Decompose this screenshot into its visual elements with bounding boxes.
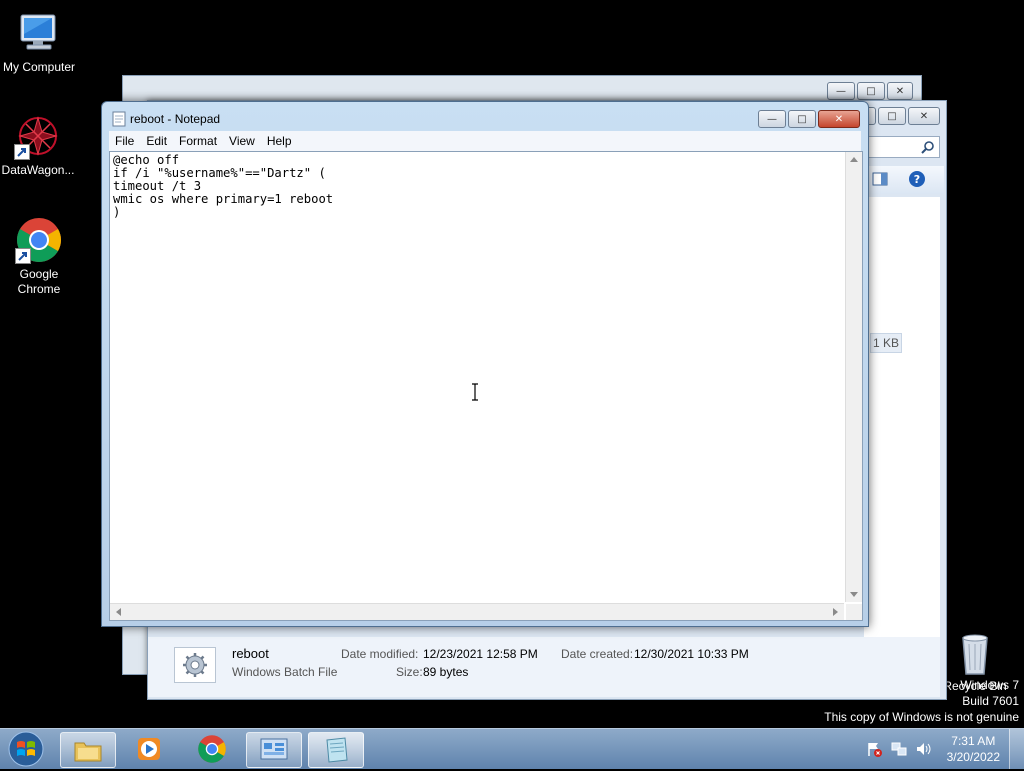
menu-help[interactable]: Help bbox=[261, 134, 298, 148]
taskbar-media-player-button[interactable] bbox=[122, 732, 176, 766]
windows-watermark: Windows 7 Build 7601 This copy of Window… bbox=[824, 677, 1019, 725]
desktop-icon-my-computer[interactable]: My Computer bbox=[1, 9, 77, 75]
maximize-button[interactable]: □ bbox=[788, 110, 816, 128]
menu-bar: File Edit Format View Help bbox=[109, 131, 861, 151]
vertical-scrollbar[interactable] bbox=[845, 152, 862, 602]
control-panel-icon bbox=[260, 738, 288, 760]
date-created-value: 12/30/2021 10:33 PM bbox=[634, 647, 749, 661]
minimize-button[interactable]: — bbox=[758, 110, 786, 128]
window-controls: — □ ✕ bbox=[827, 82, 913, 100]
taskbar-explorer-button[interactable] bbox=[60, 732, 116, 768]
window-title: reboot - Notepad bbox=[130, 112, 221, 126]
taskbar-notepad-button[interactable] bbox=[308, 732, 364, 768]
menu-file[interactable]: File bbox=[109, 134, 140, 148]
notepad-icon bbox=[326, 737, 348, 763]
file-name: reboot bbox=[232, 646, 269, 661]
desktop-icon-datawagon[interactable]: DataWagon... bbox=[0, 112, 76, 178]
folder-icon bbox=[74, 742, 102, 762]
watermark-line-2: Build 7601 bbox=[962, 694, 1019, 708]
details-pane: reboot Windows Batch File Date modified:… bbox=[148, 637, 940, 697]
file-list[interactable]: 1 KB bbox=[864, 197, 940, 637]
toolbar: ? bbox=[864, 166, 944, 194]
chrome-icon bbox=[198, 735, 226, 763]
network-icon[interactable] bbox=[891, 741, 907, 757]
scroll-up-arrow-icon[interactable] bbox=[850, 156, 858, 162]
search-icon bbox=[921, 141, 934, 154]
file-type: Windows Batch File bbox=[232, 665, 338, 679]
clock-time: 7:31 AM bbox=[951, 734, 996, 748]
watermark-line-3: This copy of Windows is not genuine bbox=[824, 710, 1019, 724]
text-cursor-icon bbox=[472, 383, 478, 401]
editor-content[interactable]: @echo off if /i "%username%"=="Dartz" ( … bbox=[113, 154, 333, 219]
preview-pane-icon[interactable] bbox=[872, 172, 888, 186]
taskbar-clock[interactable]: 7:31 AM 3/20/2022 bbox=[947, 733, 1000, 765]
help-icon[interactable]: ? bbox=[908, 170, 926, 188]
svg-text:?: ? bbox=[914, 173, 920, 186]
datawagon-icon bbox=[14, 112, 62, 160]
date-modified-label: Date modified: bbox=[341, 647, 419, 661]
text-editor[interactable]: @echo off if /i "%username%"=="Dartz" ( … bbox=[109, 151, 863, 621]
close-button[interactable]: ✕ bbox=[818, 110, 860, 128]
chrome-icon bbox=[15, 216, 63, 264]
recycle-bin-icon bbox=[951, 632, 999, 676]
maximize-button[interactable]: □ bbox=[857, 82, 885, 100]
size-label: Size: bbox=[396, 665, 423, 679]
scroll-down-arrow-icon[interactable] bbox=[850, 592, 858, 598]
batch-file-icon bbox=[174, 647, 216, 683]
scroll-right-arrow-icon[interactable] bbox=[833, 608, 839, 616]
desktop-icon-label: Google Chrome bbox=[17, 267, 61, 296]
size-grip[interactable] bbox=[846, 604, 862, 620]
date-modified-value: 12/23/2021 12:58 PM bbox=[423, 647, 538, 661]
close-button[interactable]: ✕ bbox=[887, 82, 913, 100]
size-value: 89 bytes bbox=[423, 665, 469, 679]
notepad-window[interactable]: reboot - Notepad — □ ✕ File Edit Format … bbox=[101, 101, 869, 627]
notepad-icon bbox=[112, 111, 126, 127]
computer-icon bbox=[15, 9, 63, 57]
desktop-icon-label: DataWagon... bbox=[1, 163, 75, 177]
desktop-icon-label: My Computer bbox=[2, 60, 76, 74]
scroll-left-arrow-icon[interactable] bbox=[115, 608, 121, 616]
shortcut-arrow-icon bbox=[15, 248, 31, 264]
volume-icon[interactable] bbox=[915, 741, 933, 757]
taskbar-control-panel-button[interactable] bbox=[246, 732, 302, 768]
window-controls: — □ ✕ bbox=[758, 110, 860, 128]
horizontal-scrollbar[interactable] bbox=[110, 603, 844, 620]
file-size-cell: 1 KB bbox=[870, 333, 902, 353]
watermark-line-1: Windows 7 bbox=[960, 678, 1019, 692]
clock-date: 3/20/2022 bbox=[946, 750, 1000, 764]
maximize-button[interactable]: □ bbox=[878, 107, 906, 125]
menu-edit[interactable]: Edit bbox=[140, 134, 173, 148]
shortcut-arrow-icon bbox=[14, 144, 30, 160]
show-desktop-button[interactable] bbox=[1009, 729, 1024, 769]
taskbar: 7:31 AM 3/20/2022 bbox=[0, 728, 1024, 769]
desktop-icon-google-chrome[interactable]: Google Chrome bbox=[1, 216, 77, 297]
windows-logo-icon bbox=[8, 731, 44, 767]
media-player-icon bbox=[138, 738, 160, 760]
close-button[interactable]: ✕ bbox=[908, 107, 940, 125]
action-center-flag-icon[interactable] bbox=[866, 741, 882, 757]
taskbar-chrome-button[interactable] bbox=[185, 732, 239, 766]
start-button[interactable] bbox=[6, 730, 46, 768]
menu-view[interactable]: View bbox=[223, 134, 261, 148]
minimize-button[interactable]: — bbox=[827, 82, 855, 100]
search-input[interactable] bbox=[864, 136, 940, 158]
date-created-label: Date created: bbox=[561, 647, 634, 661]
menu-format[interactable]: Format bbox=[173, 134, 223, 148]
